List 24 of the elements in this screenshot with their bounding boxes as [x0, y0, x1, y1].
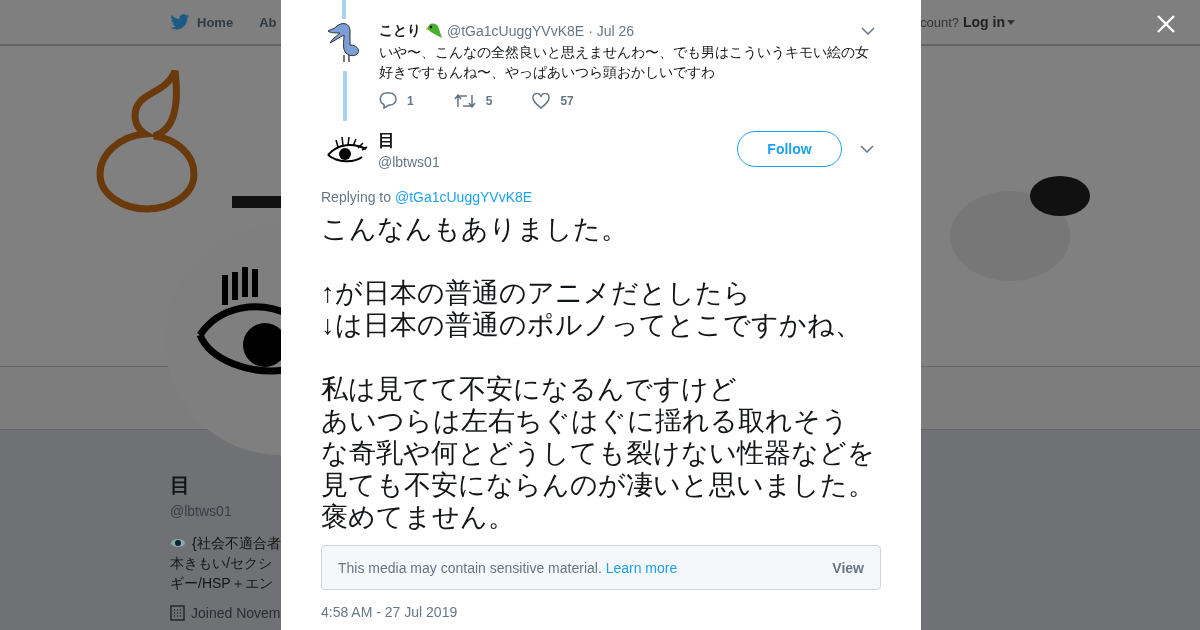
login-link[interactable]: Log in: [963, 14, 1015, 30]
tweet-date[interactable]: · Jul 26: [588, 23, 635, 39]
sensitive-text: This media may contain sensitive material. Learn more: [338, 559, 678, 576]
calendar-icon: [170, 605, 185, 621]
author-name[interactable]: ことり: [379, 22, 421, 40]
caret-icon: [1007, 19, 1015, 25]
author-handle[interactable]: @tGa1cUuggYVvK8E: [447, 23, 585, 39]
joined-date: Joined Novem: [191, 605, 281, 621]
bio-text: ギー/HSP＋エン: [170, 574, 273, 593]
bird-icon: [170, 13, 190, 31]
caret-icon[interactable]: [861, 27, 875, 35]
nav-link[interactable]: Home: [170, 13, 234, 31]
parrot-icon: [425, 22, 443, 40]
tweet-paragraph: 私は見てて不安になるんですけど あいつらは左右ちぐはぐに揺れる取れそう な奇乳や何とどうしても裂けない性器などを 見ても不安にならんのが凄いと思いました。 褒めてません。: [321, 373, 876, 533]
tweet-timestamp: 4:58 AM - 27 Jul 2019: [321, 604, 459, 620]
eye-icon: [170, 538, 186, 548]
close-icon[interactable]: [1157, 15, 1175, 33]
learn-more-link[interactable]: Learn more: [605, 559, 678, 576]
profile-name: 目: [170, 473, 191, 498]
nav-link[interactable]: Ab: [259, 13, 277, 31]
account-prompt: count?: [919, 14, 959, 30]
bio-text: 本きもい/セクシ: [170, 554, 272, 573]
view-button[interactable]: View: [832, 559, 864, 576]
bio-text: {社会不適合者: [192, 534, 281, 553]
